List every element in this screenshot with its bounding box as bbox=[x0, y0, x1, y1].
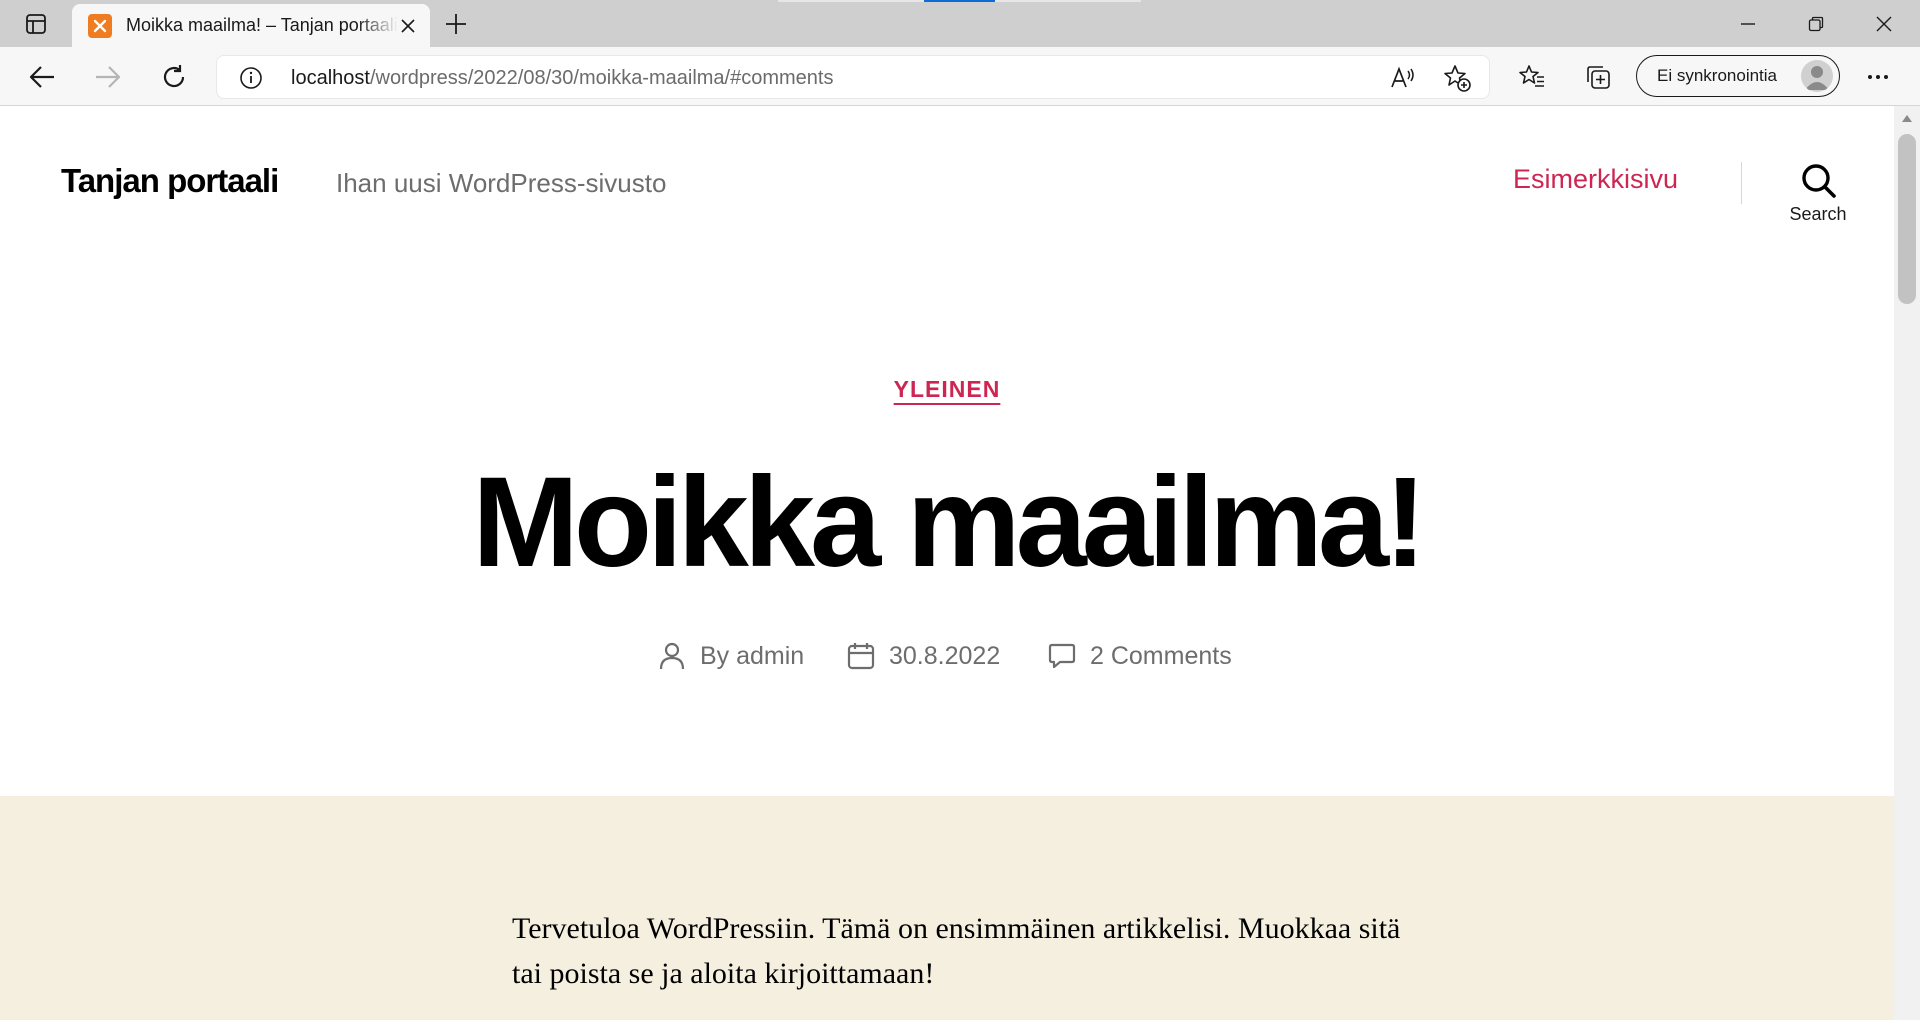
site-title[interactable]: Tanjan portaali bbox=[61, 162, 279, 200]
triangle-up-icon bbox=[1902, 115, 1912, 122]
person-icon bbox=[659, 642, 685, 670]
page-scrollbar[interactable] bbox=[1894, 106, 1920, 1020]
read-aloud-icon bbox=[1391, 66, 1414, 88]
close-icon bbox=[1876, 16, 1892, 31]
site-info-icon[interactable] bbox=[239, 66, 263, 90]
plus-icon bbox=[446, 14, 466, 34]
post-category: YLEINEN bbox=[0, 376, 1894, 403]
post-content: Tervetuloa WordPressiin. Tämä on ensimmä… bbox=[0, 796, 1894, 1020]
url-host: localhost bbox=[291, 67, 370, 89]
titlebar-strip-accent bbox=[924, 0, 995, 2]
comments-link[interactable]: 2 Comments bbox=[1090, 642, 1232, 671]
calendar-icon bbox=[847, 643, 875, 670]
minimize-button[interactable] bbox=[1714, 0, 1782, 47]
more-icon bbox=[1868, 75, 1888, 79]
scroll-up-button[interactable] bbox=[1901, 112, 1913, 124]
collections-icon bbox=[1587, 66, 1610, 89]
collections-button[interactable] bbox=[1580, 59, 1616, 95]
site-description: Ihan uusi WordPress-sivusto bbox=[336, 168, 667, 198]
back-button[interactable] bbox=[24, 59, 60, 95]
profile-sync-button[interactable]: Ei synkronointia bbox=[1636, 55, 1840, 97]
xampp-favicon-icon bbox=[88, 13, 112, 38]
restore-icon bbox=[1808, 16, 1824, 31]
page-viewport: Tanjan portaali Ihan uusi WordPress-sivu… bbox=[0, 106, 1894, 1020]
sync-label: Ei synkronointia bbox=[1657, 66, 1778, 85]
browser-toolbar: localhost/wordpress/2022/08/30/moikka-ma… bbox=[0, 47, 1920, 106]
post-title: Moikka maailma! bbox=[472, 451, 1426, 594]
tab-close-button[interactable] bbox=[396, 14, 420, 38]
search-icon bbox=[1802, 164, 1836, 198]
address-bar[interactable]: localhost/wordpress/2022/08/30/moikka-ma… bbox=[216, 55, 1490, 99]
nav-divider bbox=[1741, 162, 1742, 204]
refresh-icon bbox=[163, 65, 185, 88]
tab-actions-icon bbox=[26, 14, 46, 34]
arrow-left-icon bbox=[29, 66, 54, 88]
settings-menu-button[interactable] bbox=[1860, 59, 1896, 95]
minimize-icon bbox=[1741, 22, 1755, 25]
post-comments: 2 Comments bbox=[1048, 636, 1232, 676]
post-date: 30.8.2022 bbox=[847, 636, 1000, 676]
forward-button[interactable] bbox=[90, 59, 126, 95]
author-link[interactable]: By admin bbox=[700, 642, 804, 671]
arrow-right-icon bbox=[96, 66, 121, 88]
restore-button[interactable] bbox=[1782, 0, 1850, 47]
avatar bbox=[1801, 60, 1833, 92]
tab-actions-button[interactable] bbox=[14, 8, 58, 40]
date-link[interactable]: 30.8.2022 bbox=[889, 642, 1000, 671]
scrollbar-thumb[interactable] bbox=[1898, 134, 1916, 304]
new-tab-button[interactable] bbox=[440, 8, 472, 40]
refresh-button[interactable] bbox=[156, 59, 192, 95]
favorites-button[interactable] bbox=[1514, 59, 1550, 95]
star-add-icon bbox=[1444, 65, 1471, 92]
add-favorite-button[interactable] bbox=[1443, 64, 1471, 92]
nav-link-esimerkkisivu[interactable]: Esimerkkisivu bbox=[1513, 164, 1678, 195]
tab-title: Moikka maailma! – Tanjan portaali bbox=[126, 15, 398, 35]
read-aloud-button[interactable] bbox=[1389, 64, 1417, 92]
favorites-list-icon bbox=[1519, 65, 1544, 87]
search-toggle-button[interactable]: Search bbox=[1770, 162, 1866, 242]
url-path: /wordpress/2022/08/30/moikka-maailma/#co… bbox=[369, 67, 834, 89]
browser-tab-active[interactable]: Moikka maailma! – Tanjan portaali bbox=[72, 4, 430, 47]
tab-bar: Moikka maailma! – Tanjan portaali bbox=[0, 0, 1920, 47]
category-link[interactable]: YLEINEN bbox=[894, 376, 1001, 402]
close-window-button[interactable] bbox=[1850, 0, 1918, 47]
comment-icon bbox=[1048, 643, 1076, 669]
url-text[interactable]: localhost/wordpress/2022/08/30/moikka-ma… bbox=[291, 67, 833, 90]
post-author: By admin bbox=[658, 636, 804, 676]
search-label: Search bbox=[1789, 204, 1847, 224]
post-paragraph: Tervetuloa WordPressiin. Tämä on ensimmä… bbox=[512, 912, 1401, 990]
close-icon bbox=[401, 19, 415, 33]
